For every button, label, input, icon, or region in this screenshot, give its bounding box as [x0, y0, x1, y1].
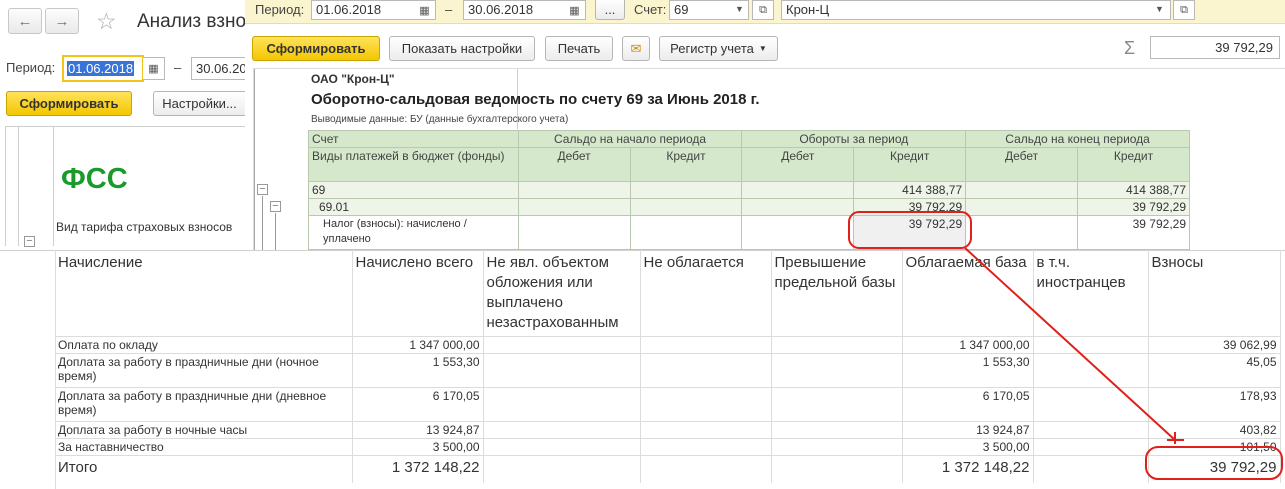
highlight-total-contrib: [1145, 446, 1283, 480]
annotation-arrow: [964, 247, 1176, 441]
highlight-osv-value: [848, 211, 972, 249]
annotation-overlay: [848, 211, 1283, 480]
